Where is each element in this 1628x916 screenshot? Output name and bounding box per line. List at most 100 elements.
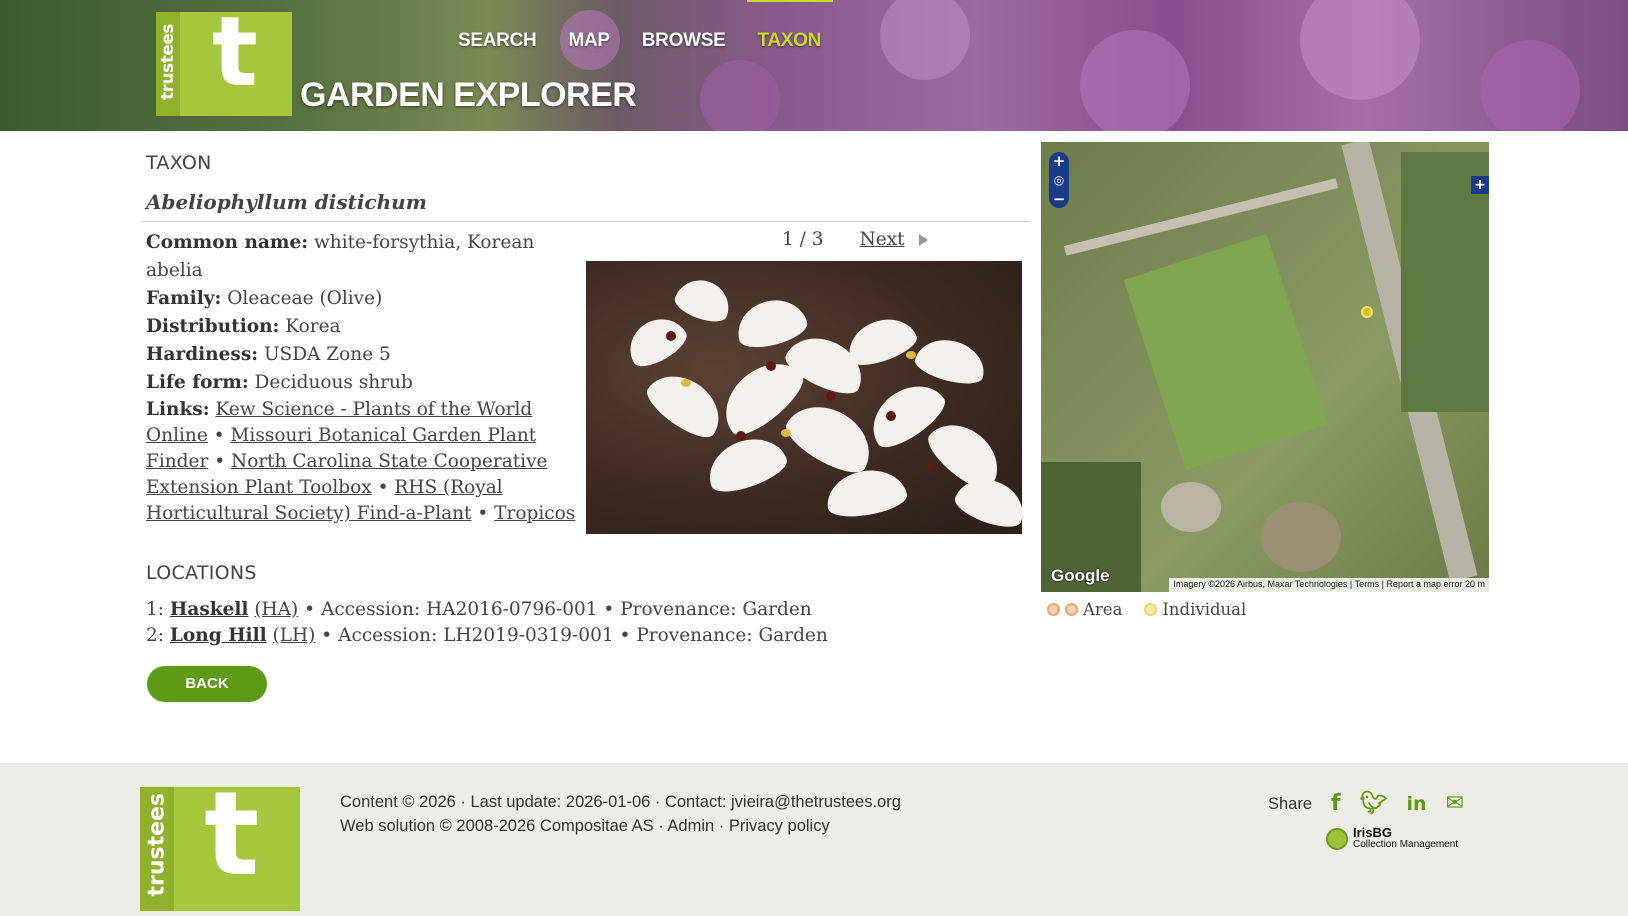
- irisbg-logo[interactable]: IrisBG Collection Management: [1326, 826, 1459, 850]
- site-title[interactable]: GARDEN EXPLORER: [300, 76, 637, 115]
- location-number: 1:: [146, 599, 165, 620]
- links-label: Links:: [146, 399, 210, 420]
- separator: ·: [714, 817, 729, 835]
- flower-center: [666, 331, 676, 341]
- flower-center: [736, 431, 746, 441]
- area-icon: [1047, 603, 1060, 616]
- pager-count: 1 / 3: [782, 229, 824, 250]
- flower-petal: [620, 308, 692, 374]
- map-report-link[interactable]: Report a map error: [1386, 579, 1462, 589]
- fact-label: Distribution:: [146, 316, 280, 337]
- logo-word: trustees: [158, 23, 178, 101]
- flower-center: [826, 391, 836, 401]
- share-bar: Share f 🐦︎ in ✉: [1268, 793, 1464, 815]
- logo-letter: t: [212, 0, 258, 108]
- flower-petal: [779, 391, 883, 483]
- locations-section-title: LOCATIONS: [146, 562, 257, 584]
- fact-value: Korea: [285, 316, 341, 337]
- email-icon[interactable]: ✉: [1446, 793, 1464, 815]
- provenance-label: Provenance:: [620, 599, 737, 620]
- share-label: Share: [1268, 794, 1313, 813]
- link-tropicos[interactable]: Tropicos: [494, 503, 575, 524]
- accession-value: HA2016-0796-001: [426, 599, 598, 620]
- taxon-name: Abeliophyllum distichum: [146, 190, 427, 214]
- flower-center: [766, 361, 776, 371]
- individual-icon: [1144, 603, 1158, 616]
- fullscreen-button[interactable]: +: [1471, 176, 1489, 194]
- zoom-control: + ◎ −: [1049, 152, 1069, 208]
- accession-label: Accession:: [320, 599, 421, 620]
- linkedin-icon[interactable]: in: [1407, 794, 1427, 814]
- nav-map[interactable]: MAP: [568, 30, 610, 52]
- fact-common-name: Common name: white-forsythia, Korean abe…: [146, 229, 578, 285]
- irisbg-subtitle: Collection Management: [1353, 839, 1459, 850]
- irisbg-icon: [1326, 827, 1348, 850]
- fact-label: Hardiness:: [146, 344, 259, 365]
- pager-next-link[interactable]: Next: [860, 229, 905, 250]
- location-code-link[interactable]: (LH): [273, 625, 316, 646]
- map-lot: [1161, 482, 1221, 532]
- satellite-map[interactable]: + ◎ − + Google Imagery ©2026 Airbus, Max…: [1041, 142, 1489, 592]
- flower-decoration: [880, 0, 970, 80]
- main-nav: SEARCH MAP BROWSE TAXON: [458, 0, 853, 52]
- site-logo[interactable]: trustees t: [156, 4, 292, 116]
- flower-decoration: [1080, 30, 1190, 131]
- flower-center: [926, 461, 936, 471]
- fact-label: Common name:: [146, 232, 309, 253]
- logo-word: trustees: [144, 792, 170, 897]
- globe-icon[interactable]: ◎: [1049, 171, 1069, 189]
- attribution-text: Imagery ©2026 Airbus, Maxar Technologies: [1173, 579, 1348, 589]
- facebook-icon[interactable]: f: [1331, 793, 1341, 815]
- map-terms-link[interactable]: Terms: [1355, 579, 1380, 589]
- legend-individual-label: Individual: [1162, 600, 1247, 619]
- flower-petal: [912, 332, 990, 390]
- image-pager: 1 / 3 Next: [782, 229, 928, 250]
- flower-stamen: [781, 429, 791, 437]
- privacy-policy-link[interactable]: Privacy policy: [729, 817, 830, 835]
- next-arrow-icon[interactable]: [918, 233, 928, 246]
- location-row: 2: Long Hill (LH) • Accession: LH2019-03…: [146, 625, 828, 646]
- taxon-section-title: TAXON: [146, 152, 212, 174]
- footer-content-line: Content © 2026 · Last update: 2026-01-06…: [340, 793, 901, 811]
- accession-label: Accession:: [338, 625, 438, 646]
- location-row: 1: Haskell (HA) • Accession: HA2016-0796…: [146, 599, 812, 620]
- flower-stamen: [681, 379, 691, 387]
- map-road: [1063, 178, 1339, 256]
- twitter-icon[interactable]: 🐦︎: [1360, 793, 1388, 815]
- footer-logo[interactable]: trustees t: [140, 777, 300, 911]
- fact-life-form: Life form: Deciduous shrub: [146, 369, 578, 397]
- flower-petal: [822, 464, 910, 522]
- flower-decoration: [1480, 40, 1580, 131]
- area-icon: [1065, 603, 1078, 616]
- location-code-link[interactable]: (HA): [254, 599, 298, 620]
- zoom-out-button[interactable]: −: [1049, 190, 1069, 208]
- nav-search[interactable]: SEARCH: [458, 30, 537, 52]
- nav-browse[interactable]: BROWSE: [642, 30, 726, 52]
- location-garden-link[interactable]: Haskell: [170, 599, 249, 620]
- divider: [142, 221, 1030, 222]
- flower-petal: [700, 428, 792, 500]
- back-button[interactable]: BACK: [147, 666, 267, 702]
- individual-marker[interactable]: [1361, 306, 1373, 318]
- taxon-photo[interactable]: [586, 261, 1022, 534]
- fact-distribution: Distribution: Korea: [146, 313, 578, 341]
- footer: trustees t Content © 2026 · Last update:…: [0, 763, 1628, 916]
- nav-taxon[interactable]: TAXON: [747, 0, 833, 52]
- locations-list: 1: Haskell (HA) • Accession: HA2016-0796…: [146, 597, 828, 649]
- flower-decoration: [1300, 0, 1420, 100]
- fact-value: USDA Zone 5: [263, 344, 391, 365]
- admin-link[interactable]: Admin: [667, 817, 714, 835]
- google-logo: Google: [1051, 566, 1110, 585]
- map-field: [1123, 233, 1329, 471]
- map-attribution: Imagery ©2026 Airbus, Maxar Technologies…: [1169, 578, 1489, 592]
- fact-hardiness: Hardiness: USDA Zone 5: [146, 341, 578, 369]
- header-banner: trustees t SEARCH MAP BROWSE TAXON GARDE…: [0, 0, 1628, 131]
- flower-center: [886, 411, 896, 421]
- fact-value: Deciduous shrub: [254, 372, 413, 393]
- location-garden-link[interactable]: Long Hill: [170, 625, 267, 646]
- logo-letter: t: [204, 767, 260, 902]
- map-garden: [1261, 502, 1341, 572]
- footer-credit-line: Web solution © 2008-2026 Compositae AS ·…: [340, 817, 830, 836]
- zoom-in-button[interactable]: +: [1049, 152, 1069, 170]
- fact-family: Family: Oleaceae (Olive): [146, 285, 578, 313]
